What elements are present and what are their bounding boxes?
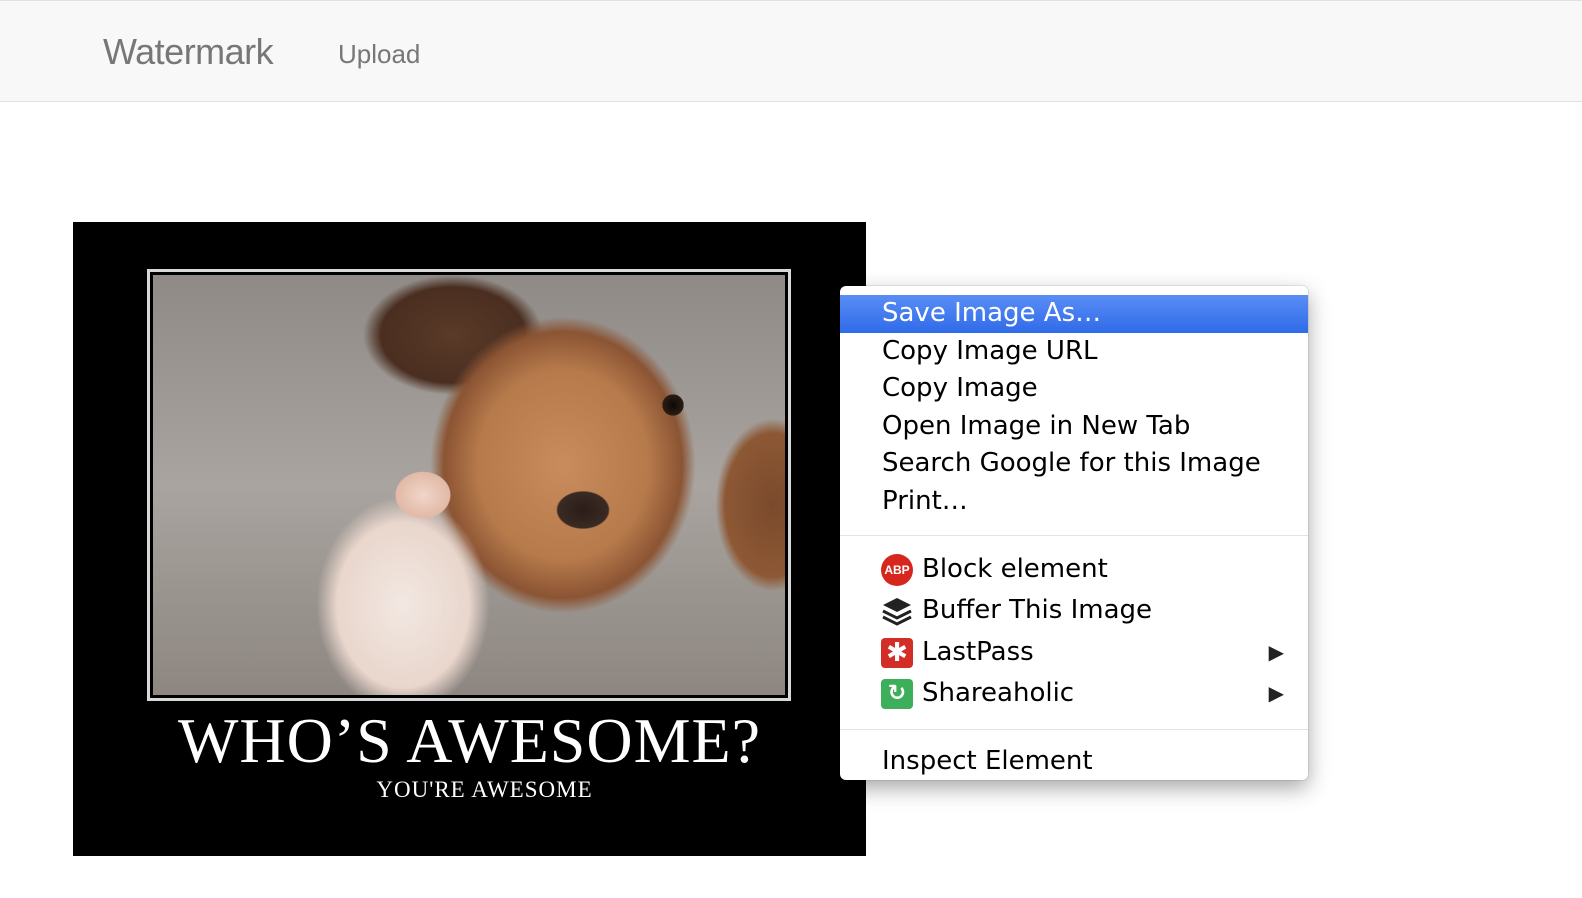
menu-item-copy-image[interactable]: Copy Image: [840, 370, 1308, 408]
menu-item-label: Buffer This Image: [922, 595, 1153, 626]
menu-item-label: Open Image in New Tab: [882, 410, 1191, 441]
menu-item-buffer-image[interactable]: Buffer This Image: [840, 590, 1308, 632]
nav-link-upload[interactable]: Upload: [338, 39, 420, 70]
menu-item-label: Inspect Element: [882, 745, 1093, 776]
menu-item-save-image-as[interactable]: Save Image As…: [840, 295, 1308, 333]
menu-item-label: Block element: [922, 553, 1108, 584]
menu-item-lastpass[interactable]: ✱ LastPass ▶: [840, 632, 1308, 674]
menu-item-label: Search Google for this Image: [882, 448, 1261, 479]
menu-item-open-image-new-tab[interactable]: Open Image in New Tab: [840, 408, 1308, 446]
menu-item-label: LastPass: [922, 636, 1034, 667]
poster-image[interactable]: WHO’S AWESOME? YOU'RE AWESOME: [73, 222, 866, 856]
menu-item-shareaholic[interactable]: ↻ Shareaholic ▶: [840, 673, 1308, 715]
menu-item-search-google-image[interactable]: Search Google for this Image: [840, 445, 1308, 483]
menu-item-label: Copy Image URL: [882, 335, 1098, 366]
poster-frame: [147, 269, 791, 701]
menu-item-label: Print…: [882, 485, 968, 516]
buffer-stack-icon: [882, 598, 912, 626]
menu-separator: [840, 728, 1308, 730]
navbar: Watermark Upload: [0, 0, 1582, 102]
menu-separator: [840, 534, 1308, 536]
menu-item-label: Shareaholic: [922, 678, 1075, 709]
adblock-plus-icon: ABP: [881, 553, 913, 586]
menu-item-label: Copy Image: [882, 373, 1038, 404]
shareaholic-icon: ↻: [881, 679, 913, 710]
menu-item-inspect-element[interactable]: Inspect Element: [840, 743, 1308, 781]
submenu-arrow-icon: ▶: [1268, 639, 1284, 664]
poster-subtitle: YOU'RE AWESOME: [376, 777, 593, 802]
brand-link[interactable]: Watermark: [103, 31, 274, 73]
menu-item-label: Save Image As…: [882, 298, 1102, 328]
lastpass-icon: ✱: [881, 637, 913, 668]
buffer-icon: [881, 596, 913, 626]
menu-item-copy-image-url[interactable]: Copy Image URL: [840, 333, 1308, 371]
menu-item-print[interactable]: Print…: [840, 483, 1308, 521]
context-menu: Save Image As… Copy Image URL Copy Image…: [840, 286, 1308, 780]
poster-title: WHO’S AWESOME?: [177, 705, 762, 776]
submenu-arrow-icon: ▶: [1268, 681, 1284, 706]
menu-item-block-element[interactable]: ABP Block element: [840, 549, 1308, 591]
puppy-photo: [153, 275, 785, 695]
